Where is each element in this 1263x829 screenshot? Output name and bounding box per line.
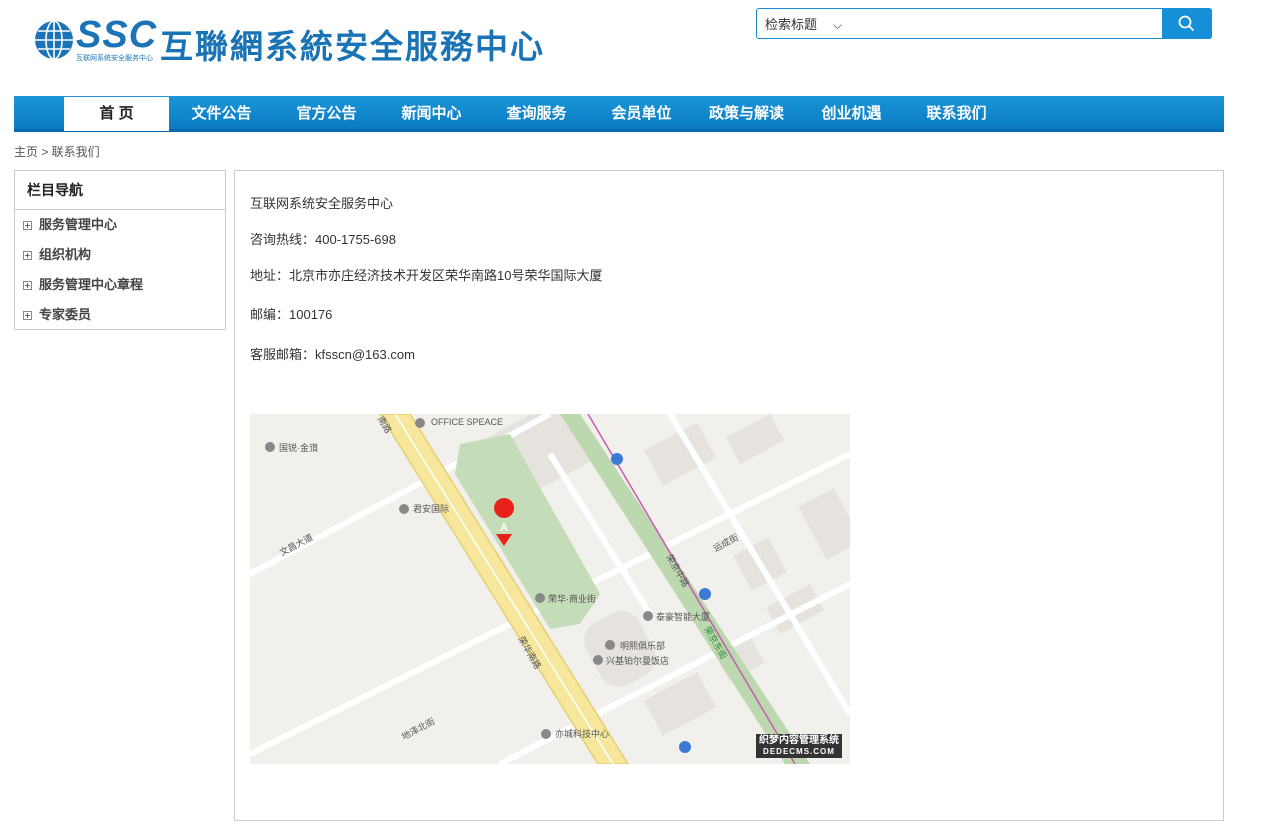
sidebar-item-label: 组织机构: [39, 247, 92, 262]
sidebar-item-service-center[interactable]: 服务管理中心: [15, 210, 225, 240]
nav-news[interactable]: 新闻中心: [379, 96, 484, 129]
chevron-down-icon: ⌵: [833, 18, 843, 32]
sidebar-title: 栏目导航: [15, 171, 225, 210]
nav-official-notices[interactable]: 官方公告: [274, 96, 379, 129]
email: 客服邮箱：kfsscn@163.com: [250, 347, 415, 362]
nav-members[interactable]: 会员单位: [589, 96, 694, 129]
map-label: 亦城科技中心: [555, 729, 610, 739]
logo-name: 互聯網系統安全服務中心: [160, 27, 545, 66]
search-type-select[interactable]: 检索标题 ⌵: [765, 9, 842, 38]
map-watermark: 织梦内容管理系统 DEDECMS.COM: [756, 734, 842, 758]
search-icon: [1178, 15, 1195, 32]
sidebar-item-experts[interactable]: 专家委员: [15, 300, 225, 330]
nav-file-notices[interactable]: 文件公告: [169, 96, 274, 129]
main-nav: 首 页 文件公告 官方公告 新闻中心 查询服务 会员单位 政策与解读 创业机遇 …: [14, 96, 1224, 132]
nav-query-service[interactable]: 查询服务: [484, 96, 589, 129]
location-map[interactable]: OFFICE SPEACE 国锐·金嵿 君安国际 文昌大道 运成街 荣京中路 荣…: [250, 414, 850, 764]
expand-plus-icon: [23, 311, 32, 320]
map-label: OFFICE SPEACE: [431, 417, 504, 427]
expand-plus-icon: [23, 251, 32, 260]
site-logo[interactable]: SSC 互联网系统安全服务中心 互聯網系統安全服務中心: [32, 14, 592, 68]
sidebar-item-label: 服务管理中心: [39, 217, 118, 232]
map-label: 君安国际: [413, 504, 450, 514]
expand-plus-icon: [23, 281, 32, 290]
map-label: 兴基铂尔曼饭店: [606, 656, 670, 666]
content-panel: 互联网系统安全服务中心 咨询热线：400-1755-698 地址：北京市亦庄经济…: [234, 170, 1224, 821]
search-bar: 检索标题 ⌵: [756, 8, 1212, 39]
map-label: 明熙俱乐部: [620, 641, 666, 651]
sidebar-item-label: 专家委员: [39, 307, 92, 322]
map-marker[interactable]: A: [500, 522, 508, 534]
nav-opportunities[interactable]: 创业机遇: [799, 96, 904, 129]
watermark-line2: DEDECMS.COM: [763, 747, 835, 756]
globe-icon: [35, 20, 73, 60]
logo-ssc-text: SSC: [76, 14, 158, 56]
map-label: 荣华·商业街: [548, 594, 596, 604]
nav-home[interactable]: 首 页: [64, 97, 169, 131]
map-label: 国锐·金嵿: [279, 443, 318, 453]
sidebar-item-charter[interactable]: 服务管理中心章程: [15, 270, 225, 300]
breadcrumb[interactable]: 主页 > 联系我们: [14, 143, 100, 160]
address: 地址：北京市亦庄经济技术开发区荣华南路10号荣华国际大厦: [250, 268, 603, 283]
nav-contact[interactable]: 联系我们: [904, 96, 1009, 129]
sidebar-item-organization[interactable]: 组织机构: [15, 240, 225, 270]
search-button[interactable]: [1162, 8, 1212, 39]
search-type-value: 检索标题: [765, 17, 818, 32]
sidebar-item-label: 服务管理中心章程: [39, 277, 144, 292]
map-label: 泰豪智能大厦: [656, 612, 711, 622]
sidebar: 栏目导航 服务管理中心 组织机构 服务管理中心章程 专家委员: [14, 170, 226, 330]
expand-plus-icon: [23, 221, 32, 230]
logo-subtitle: 互联网系统安全服务中心: [76, 55, 153, 62]
nav-policy[interactable]: 政策与解读: [694, 96, 799, 129]
search-input[interactable]: [867, 11, 1161, 38]
postcode: 邮编：100176: [250, 307, 333, 322]
watermark-line1: 织梦内容管理系统: [759, 735, 839, 746]
map-graphic: [250, 414, 850, 764]
hotline: 咨询热线：400-1755-698: [250, 232, 396, 247]
org-name: 互联网系统安全服务中心: [250, 196, 394, 211]
